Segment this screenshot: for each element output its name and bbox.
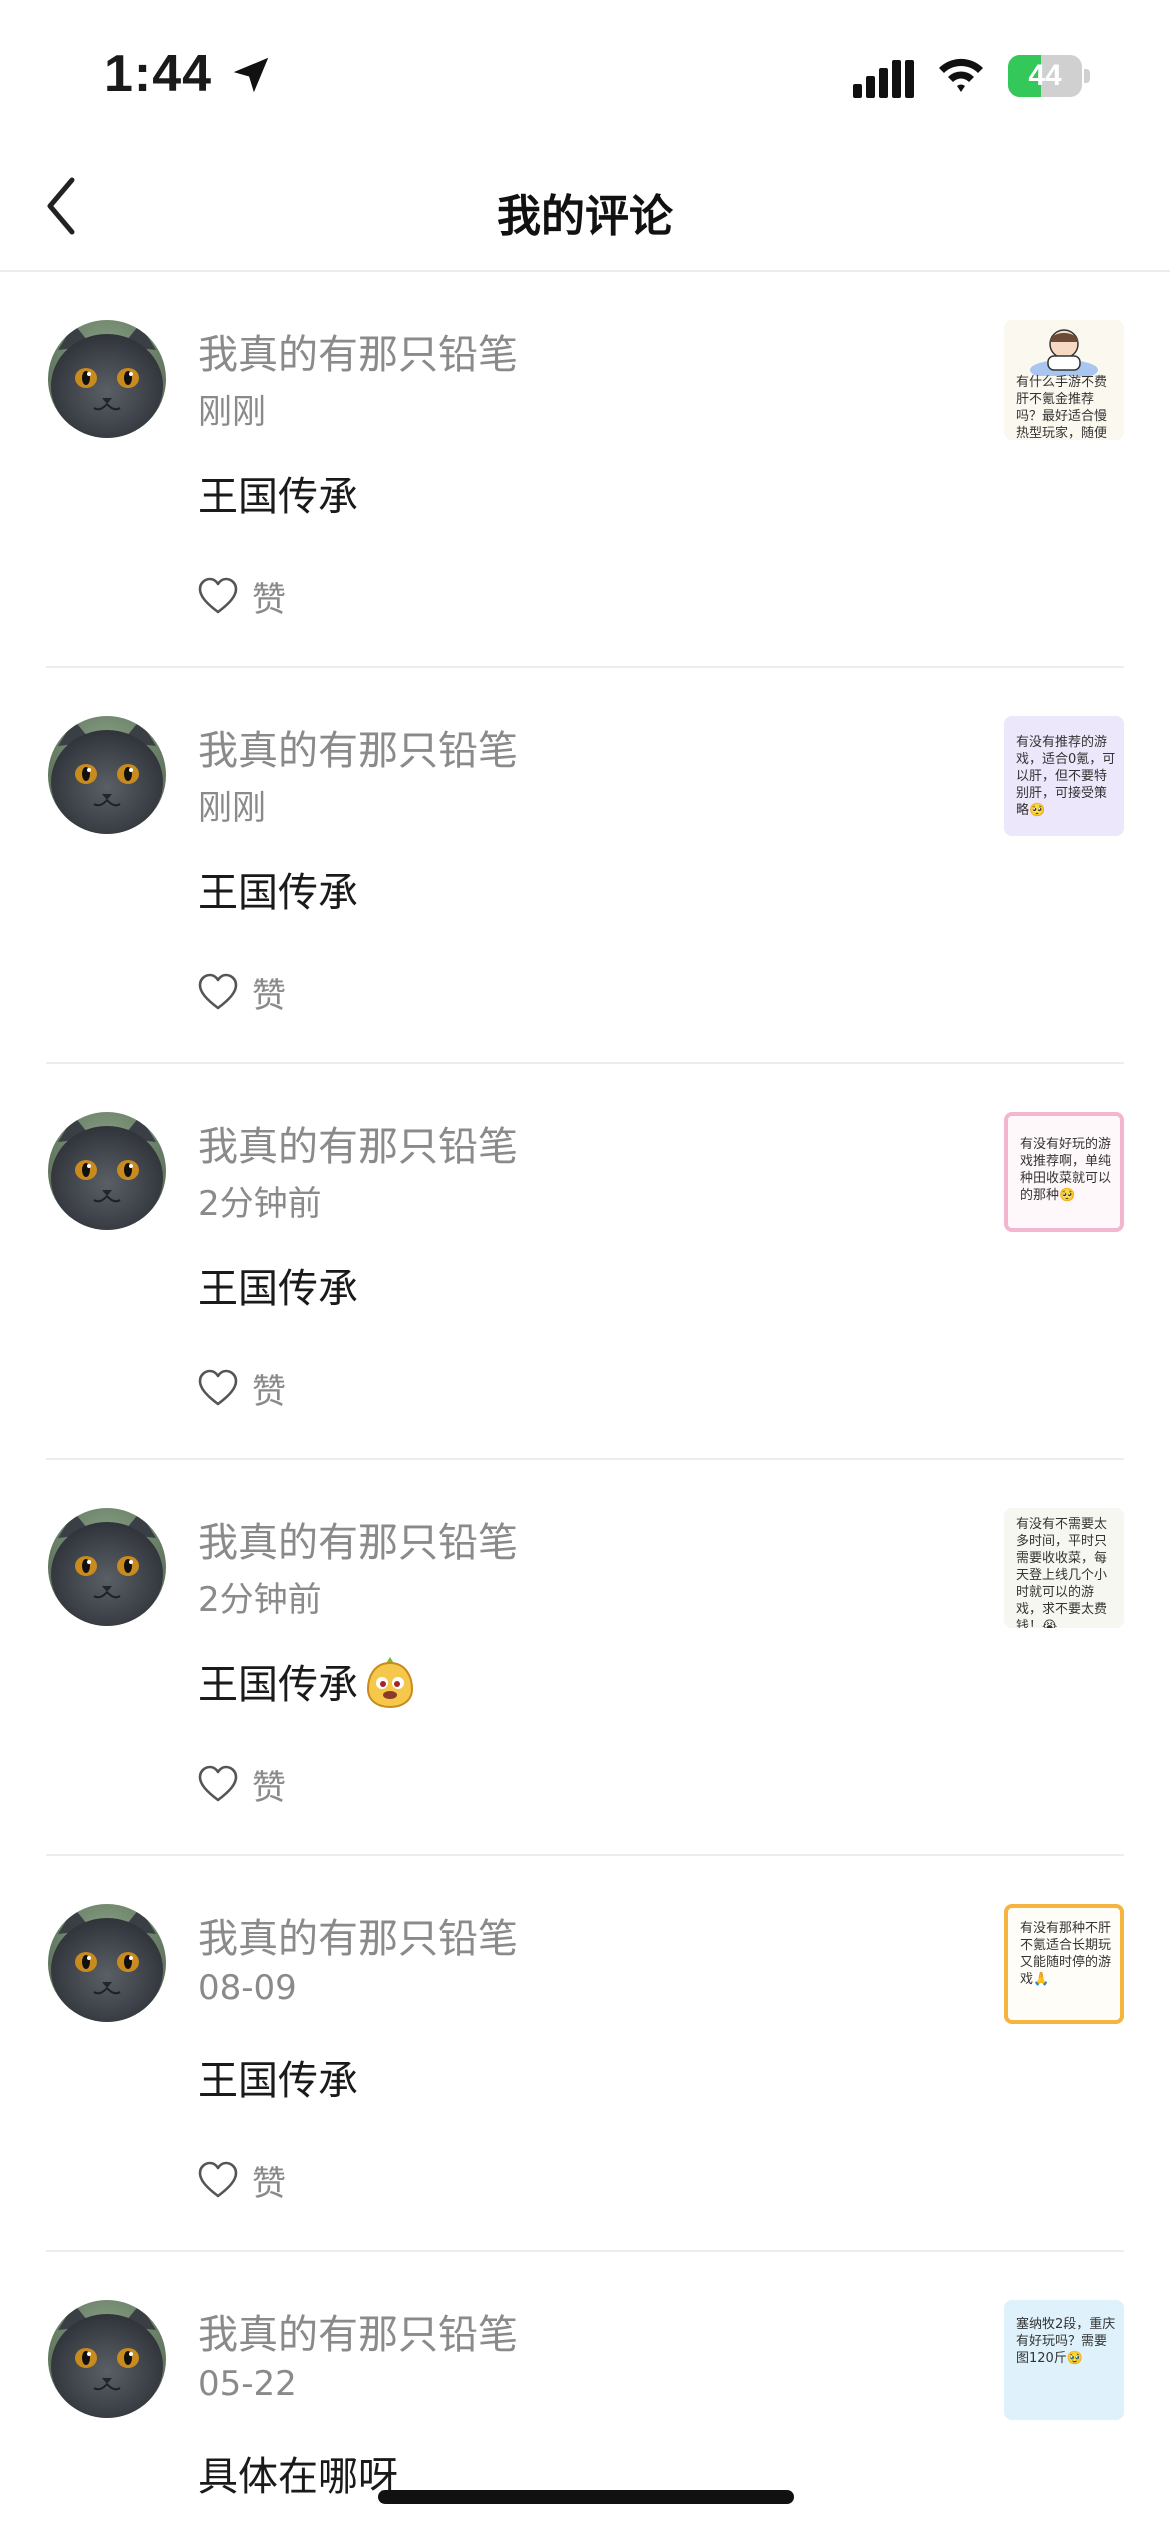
comment-item[interactable]: 我真的有那只铅笔 2分钟前 王国传承 赞 有没有不需要太多时间，平时只需要收收菜… [46,1460,1124,1856]
comment-time: 刚刚 [198,392,266,432]
like-button[interactable]: 赞 [196,572,286,620]
heart-icon [198,1369,238,1406]
like-button[interactable]: 赞 [196,1364,286,1412]
heart-icon [198,2161,238,2198]
comment-text-label: 王国传承 [198,2058,358,2104]
comment-text: 王国传承 [198,2048,358,2106]
comment-text-label: 王国传承 [198,1266,358,1312]
post-thumbnail[interactable]: 有没有好玩的游戏推荐啊，单纯种田收菜就可以的那种🥺 [1004,1112,1124,1232]
comment-username[interactable]: 我真的有那只铅笔 [198,1510,518,1568]
avatar[interactable] [48,1112,166,1230]
nav-bar: 我的评论 [0,140,1170,272]
post-thumbnail[interactable]: 有没有那种不肝不氪适合长期玩又能随时停的游戏🙏 [1004,1904,1124,2024]
cellular-signal-icon [853,60,914,98]
post-thumbnail[interactable]: 有没有推荐的游戏，适合0氪，可以肝，但不要特别肝，可接受策略🥺 [1004,716,1124,836]
comment-username[interactable]: 我真的有那只铅笔 [198,322,518,380]
avatar[interactable] [48,716,166,834]
thumbnail-text: 有什么手游不费肝不氪金推荐吗？最好适合慢热型玩家，随便玩玩的那种。 [1016,375,1108,440]
comment-time: 刚刚 [198,788,266,828]
like-label: 赞 [252,579,286,620]
comment-text-label: 王国传承 [198,474,358,520]
comment-text: 王国传承 [198,464,358,522]
battery-percent: 44 [1028,59,1062,92]
comment-text-label: 具体在哪呀 [198,2454,398,2500]
comment-time: 2分钟前 [198,1184,322,1224]
heart-icon [198,577,238,614]
comment-text-label: 王国传承 [198,1662,358,1708]
thumbnail-text: 有没有好玩的游戏推荐啊，单纯种田收菜就可以的那种🥺 [1020,1137,1112,1203]
comment-text: 王国传承 [198,1256,358,1314]
character-illustration [1030,329,1098,376]
comment-item[interactable]: 我真的有那只铅笔 2分钟前 王国传承 赞 有没有好玩的游戏推荐啊，单纯种田收菜就… [46,1064,1124,1460]
page-title: 我的评论 [497,191,673,242]
location-arrow-icon [233,57,269,93]
comment-username[interactable]: 我真的有那只铅笔 [198,718,518,776]
avatar[interactable] [48,320,166,438]
like-label: 赞 [252,2163,286,2204]
comment-text: 王国传承 [198,1652,418,1710]
like-label: 赞 [252,975,286,1016]
comment-time: 08-09 [198,1968,297,2008]
status-time: 1:44 [104,45,213,103]
comment-text-label: 王国传承 [198,870,358,916]
avatar[interactable] [48,1904,166,2022]
thumbnail-text: 有没有那种不肝不氪适合长期玩又能随时停的游戏🙏 [1020,1921,1112,1987]
thumbnail-text: 有没有推荐的游戏，适合0氪，可以肝，但不要特别肝，可接受策略🥺 [1016,735,1116,818]
comment-username[interactable]: 我真的有那只铅笔 [198,1906,518,1964]
comment-list: 我真的有那只铅笔 刚刚 王国传承 赞 有什么手游不费肝不氪金推荐吗？最好适合慢热… [0,272,1170,2532]
comment-username[interactable]: 我真的有那只铅笔 [198,1114,518,1172]
comment-text: 王国传承 [198,860,358,918]
thumbnail-text: 有没有不需要太多时间，平时只需要收收菜，每天登上线几个小时就可以的游戏，求不要太… [1016,1517,1108,1628]
heart-icon [198,1765,238,1802]
comment-text: 具体在哪呀 [198,2444,398,2502]
like-label: 赞 [252,1767,286,1808]
like-button[interactable]: 赞 [196,2156,286,2204]
comment-username[interactable]: 我真的有那只铅笔 [198,2302,518,2360]
like-button[interactable]: 赞 [196,1760,286,1808]
post-thumbnail[interactable]: 有没有不需要太多时间，平时只需要收收菜，每天登上线几个小时就可以的游戏，求不要太… [1004,1508,1124,1628]
comment-item[interactable]: 我真的有那只铅笔 刚刚 王国传承 赞 有没有推荐的游戏，适合0氪，可以肝，但不要… [46,668,1124,1064]
battery-indicator: 44 [1008,55,1090,97]
like-button[interactable]: 赞 [196,968,286,1016]
avatar[interactable] [48,2300,166,2418]
post-thumbnail[interactable]: 有什么手游不费肝不氪金推荐吗？最好适合慢热型玩家，随便玩玩的那种。 [1004,320,1124,440]
comment-time: 2分钟前 [198,1580,322,1620]
comment-time: 05-22 [198,2364,297,2404]
sticker-face-icon [366,1657,414,1709]
home-indicator[interactable] [378,2490,794,2504]
thumbnail-text: 塞纳牧2段，重庆有好玩吗？需要图120斤🥹 [1016,2317,1116,2366]
avatar[interactable] [48,1508,166,1626]
comment-item[interactable]: 我真的有那只铅笔 08-09 王国传承 赞 有没有那种不肝不氪适合长期玩又能随时… [46,1856,1124,2252]
status-bar: 1:44 44 [0,0,1170,140]
heart-icon [198,973,238,1010]
post-thumbnail[interactable]: 塞纳牧2段，重庆有好玩吗？需要图120斤🥹 [1004,2300,1124,2420]
like-label: 赞 [252,1371,286,1412]
comment-item[interactable]: 我真的有那只铅笔 刚刚 王国传承 赞 有什么手游不费肝不氪金推荐吗？最好适合慢热… [46,272,1124,668]
wifi-icon [939,58,983,92]
